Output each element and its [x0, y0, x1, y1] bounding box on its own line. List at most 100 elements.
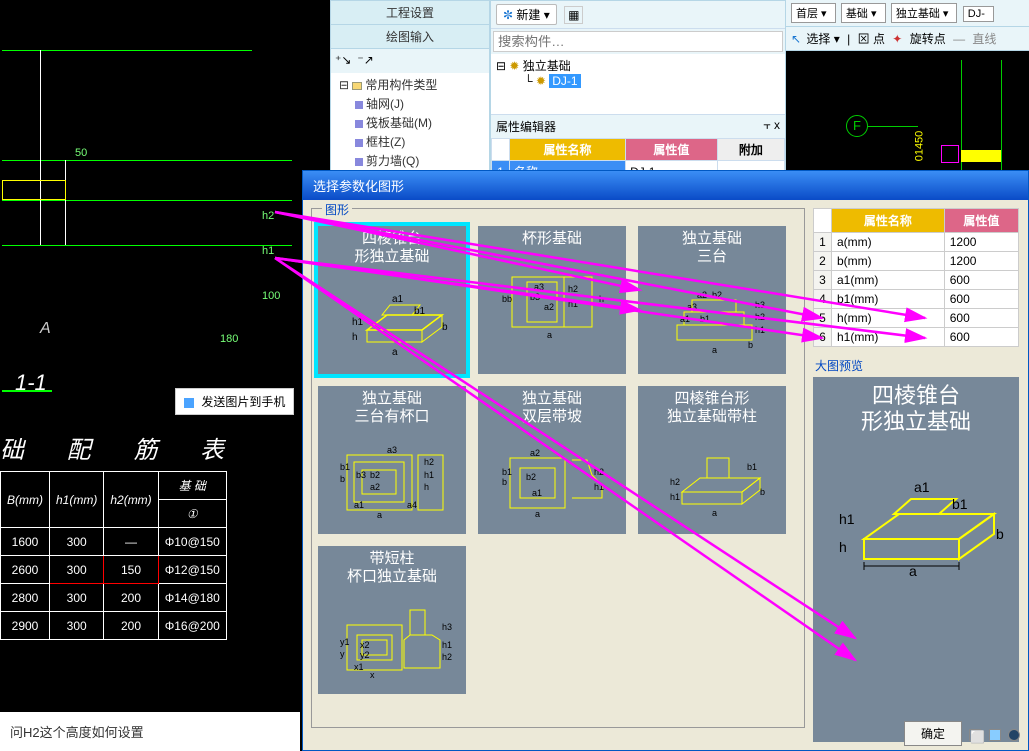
- tree-expand-icon[interactable]: ⁺↘: [335, 53, 351, 67]
- svg-text:b1: b1: [340, 462, 350, 472]
- shape-short-column-cup[interactable]: 带短柱 杯口独立基础 y1yx2y2xx1h3h1h2: [318, 546, 466, 694]
- svg-text:a2: a2: [530, 448, 540, 458]
- svg-text:b: b: [340, 474, 345, 484]
- close-icon[interactable]: x: [774, 118, 780, 132]
- cursor-icon: ↖: [791, 32, 801, 46]
- col-h1: h1(mm): [50, 472, 104, 528]
- image-icon: [184, 398, 194, 408]
- tree-collapse-icon[interactable]: ⁻↗: [357, 53, 373, 67]
- svg-text:h1: h1: [755, 325, 765, 335]
- dim-h1: h1: [262, 245, 274, 257]
- line-button[interactable]: 直线: [972, 32, 996, 46]
- col-b: B(mm): [1, 472, 50, 528]
- send-label: 发送图片到手机: [201, 395, 285, 409]
- component-tree[interactable]: ⊟ 常用构件类型 轴网(J) 筏板基础(M) 框柱(Z) 剪力墙(Q) 梁(L)…: [331, 73, 489, 183]
- shape-three-step-cup[interactable]: 独立基础 三台有杯口 a3b1bb3b2a2a1h2h1haa4: [318, 386, 466, 534]
- svg-text:a: a: [392, 347, 398, 358]
- shape-cup-footing[interactable]: 杯形基础 bbb3a3a2h2h1ha: [478, 226, 626, 374]
- search-input[interactable]: [493, 31, 783, 52]
- draw-toolbar: ↖ 选择 ▾ | ⊠ 点 ✦ 旋转点 — 直线: [786, 27, 1029, 51]
- shape-pyramid-with-column[interactable]: 四棱锥台形 独立基础带柱 h2h1b1ab: [638, 386, 786, 534]
- svg-text:y2: y2: [360, 650, 370, 660]
- shape-diagram: a1 b1 h1 h a b: [332, 270, 452, 370]
- svg-text:h2: h2: [424, 457, 434, 467]
- dim-50: 50: [75, 147, 87, 159]
- svg-text:a: a: [909, 563, 917, 579]
- svg-text:a1: a1: [914, 479, 930, 495]
- new-button[interactable]: ✼ 新建 ▾: [496, 4, 557, 25]
- tree-item-grid[interactable]: 轴网(J): [335, 94, 489, 113]
- col-h2: h2(mm): [104, 472, 158, 528]
- floor-combo[interactable]: 首层 ▾: [791, 3, 836, 23]
- toolbar-icon[interactable]: ▦: [564, 6, 583, 24]
- component-instance-panel: ✼ 新建 ▾ ▦ ⊟ ✹ 独立基础 └ ✹ DJ-1 属性编辑器 ⫟ x 属性名…: [490, 0, 786, 175]
- svg-text:b1: b1: [414, 306, 426, 317]
- tree-item-raft[interactable]: 筏板基础(M): [335, 113, 489, 132]
- aux-icon-1[interactable]: [989, 729, 1001, 741]
- svg-text:b2: b2: [370, 470, 380, 480]
- svg-text:a2: a2: [544, 302, 554, 312]
- table-title: 础 配 筋 表: [0, 430, 242, 465]
- svg-text:a1: a1: [354, 500, 364, 510]
- col-n: ①: [158, 500, 226, 528]
- col-group: 基 础: [158, 472, 226, 500]
- dim-180: 180: [220, 333, 238, 345]
- svg-text:b1: b1: [502, 467, 512, 477]
- shape-three-step[interactable]: 独立基础 三台 a2b2a1b1h3h2h1aba3: [638, 226, 786, 374]
- svg-text:h3: h3: [755, 300, 765, 310]
- svg-text:x2: x2: [360, 640, 370, 650]
- svg-text:x1: x1: [354, 662, 364, 672]
- svg-text:h: h: [599, 294, 604, 304]
- name-combo[interactable]: DJ-: [963, 6, 994, 22]
- svg-text:y: y: [340, 649, 345, 659]
- svg-text:h1: h1: [442, 640, 452, 650]
- category-combo[interactable]: 基础 ▾: [841, 3, 886, 23]
- svg-text:h: h: [839, 539, 847, 555]
- axis-circle-f: F: [846, 115, 868, 137]
- component-type-panel: 工程设置 绘图输入 ⁺↘ ⁻↗ ⊟ 常用构件类型 轴网(J) 筏板基础(M) 框…: [330, 0, 490, 175]
- svg-text:h3: h3: [442, 622, 452, 632]
- instance-tree[interactable]: ⊟ ✹ 独立基础 └ ✹ DJ-1: [491, 54, 785, 114]
- pin-icon[interactable]: ⫟: [763, 118, 770, 132]
- point-icon: ⊠: [858, 32, 870, 46]
- tree-item-shearwall[interactable]: 剪力墙(Q): [335, 151, 489, 170]
- svg-text:a1: a1: [532, 488, 542, 498]
- axis-a: A: [40, 320, 51, 338]
- ok-button[interactable]: 确定: [904, 721, 962, 746]
- svg-text:h1: h1: [670, 492, 680, 502]
- tree-item-column[interactable]: 框柱(Z): [335, 132, 489, 151]
- svg-text:a: a: [712, 508, 717, 518]
- restore-icon[interactable]: ⬜: [969, 729, 981, 741]
- svg-text:h2: h2: [755, 312, 765, 322]
- svg-text:bb: bb: [502, 294, 512, 304]
- svg-text:h1: h1: [839, 511, 855, 527]
- aux-icon-2[interactable]: [1008, 729, 1020, 741]
- svg-text:b1: b1: [952, 496, 968, 512]
- svg-text:b: b: [442, 322, 448, 333]
- rotate-button[interactable]: 旋转点: [910, 32, 946, 46]
- dialog-title: 选择参数化图形: [303, 171, 1028, 200]
- dim-1450: 01450: [913, 131, 925, 162]
- parametric-shape-dialog: 选择参数化图形 图形 四棱锥台 形独立基础 a1 b1 h1: [302, 170, 1029, 751]
- point-button[interactable]: 点: [873, 32, 885, 46]
- tab-project-settings[interactable]: 工程设置: [331, 1, 489, 25]
- svg-text:b: b: [760, 487, 765, 497]
- svg-text:h2: h2: [442, 652, 452, 662]
- rebar-table: 础 配 筋 表 B(mm) h1(mm) h2(mm) 基 础 ① 160030…: [0, 430, 242, 640]
- svg-text:b: b: [748, 340, 753, 350]
- shape-pyramid-footing[interactable]: 四棱锥台 形独立基础 a1 b1 h1 h a b: [318, 226, 466, 374]
- svg-text:a: a: [712, 345, 717, 355]
- select-button[interactable]: 选择 ▾: [806, 32, 839, 46]
- svg-text:a3: a3: [534, 282, 544, 292]
- type-combo[interactable]: 独立基础 ▾: [891, 3, 958, 23]
- svg-text:h2: h2: [568, 284, 578, 294]
- tree-root[interactable]: ⊟ 常用构件类型: [335, 75, 489, 94]
- shape-double-slope[interactable]: 独立基础 双层带坡 a2b1bb2a1h2h1a: [478, 386, 626, 534]
- svg-text:a: a: [377, 510, 382, 520]
- floor-selector-bar: 首层 ▾ 基础 ▾ 独立基础 ▾ DJ-: [786, 0, 1029, 27]
- tab-draw-input[interactable]: 绘图输入: [331, 25, 489, 49]
- send-to-phone-button[interactable]: 发送图片到手机: [175, 388, 294, 415]
- property-editor-title: 属性编辑器: [496, 118, 556, 135]
- instance-selected[interactable]: DJ-1: [549, 74, 580, 88]
- parameter-table[interactable]: 属性名称属性值 1a(mm)1200 2b(mm)1200 3a1(mm)600…: [813, 208, 1019, 347]
